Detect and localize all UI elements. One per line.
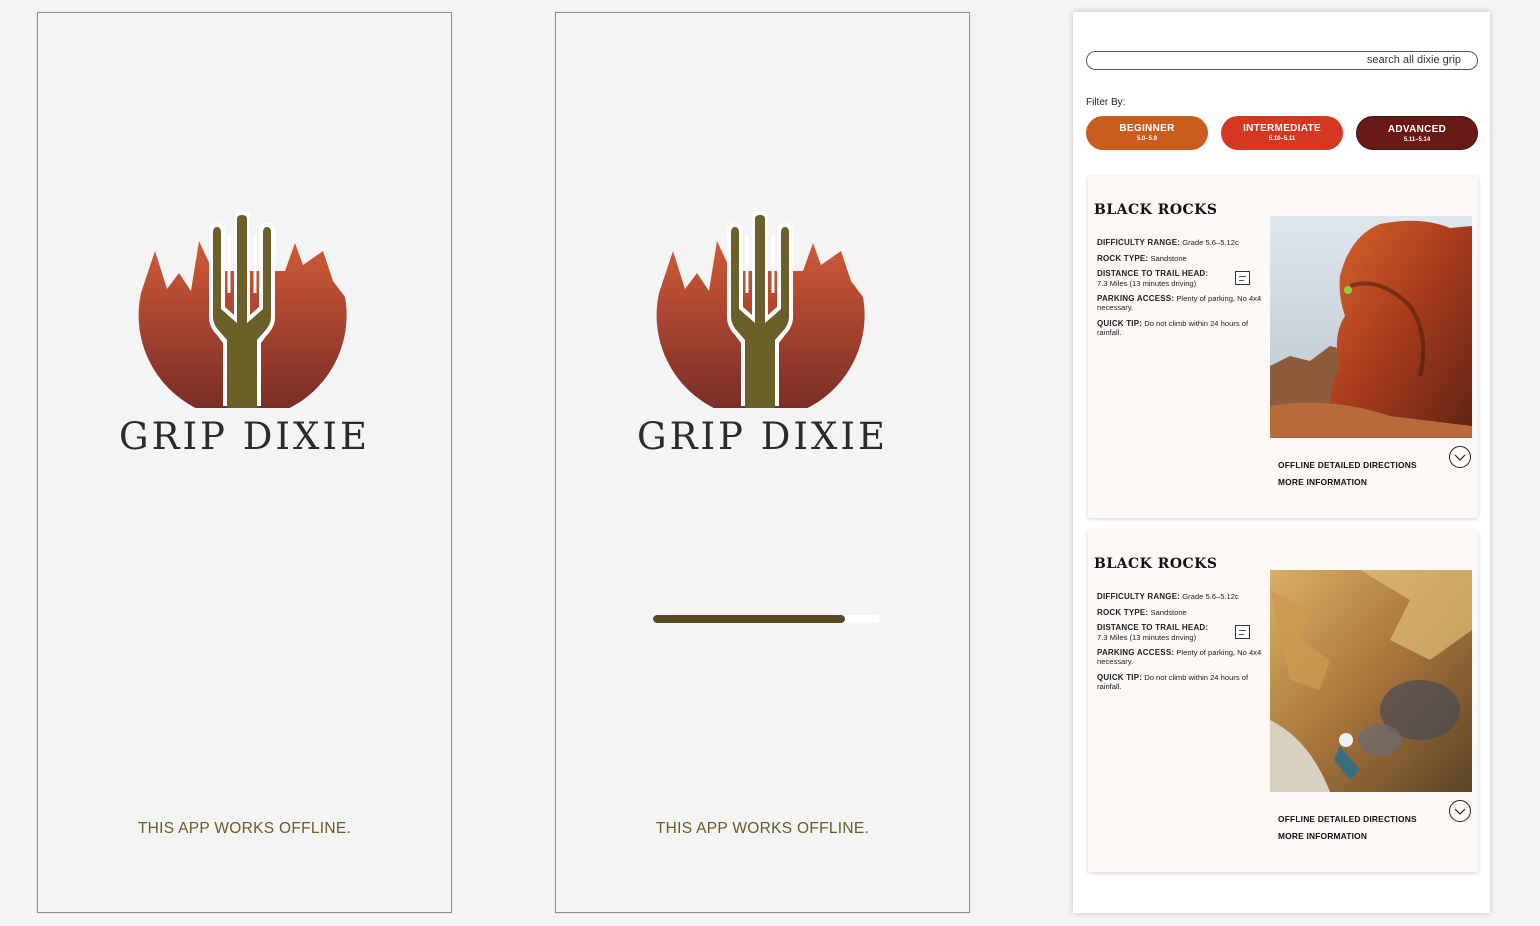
crag-title: BLACK ROCKS <box>1094 202 1218 218</box>
crag-title: BLACK ROCKS <box>1094 556 1218 572</box>
quick-tip-label: QUICK TIP: <box>1097 672 1143 682</box>
browse-screen: search all dixie grip Filter By: BEGINNE… <box>1073 12 1490 913</box>
offline-directions-link[interactable]: OFFLINE DETAILED DIRECTIONS <box>1278 814 1417 824</box>
difficulty-label: DIFFICULTY RANGE: <box>1097 592 1181 601</box>
brand-wordmark: GRIP DIXIE <box>637 415 888 458</box>
parking-label: PARKING ACCESS: <box>1097 647 1175 657</box>
rock-type-value: Sandstone <box>1150 607 1187 617</box>
difficulty-label: DIFFICULTY RANGE: <box>1097 238 1181 247</box>
offline-notice: THIS APP WORKS OFFLINE. <box>655 820 870 837</box>
grip-dixie-logo-icon <box>651 211 869 408</box>
distance-value: 7.3 Miles (13 minutes driving) <box>1097 632 1197 642</box>
filter-label: Filter By: <box>1086 97 1126 108</box>
loading-progress-bar <box>653 615 880 623</box>
search-input[interactable]: search all dixie grip <box>1086 51 1478 70</box>
rock-type-label: ROCK TYPE: <box>1097 253 1149 263</box>
search-placeholder: search all dixie grip <box>1366 54 1461 66</box>
difficulty-value: Grade 5.6–5.12c <box>1182 592 1239 601</box>
filter-beginner-button[interactable]: BEGINNER 5.0–5.9 <box>1086 116 1208 150</box>
progress-fill <box>653 615 845 623</box>
rock-type-label: ROCK TYPE: <box>1097 607 1149 617</box>
filter-range: 5.10–5.11 <box>1268 136 1296 142</box>
difficulty-value: Grade 5.6–5.12c <box>1182 238 1239 247</box>
offline-notice: THIS APP WORKS OFFLINE. <box>137 820 352 837</box>
parking-label: PARKING ACCESS: <box>1097 293 1175 303</box>
crag-card[interactable]: BLACK ROCKS DIFFICULTY RANGE: Grade 5.6–… <box>1088 530 1478 872</box>
filter-name: INTERMEDIATE <box>1243 123 1321 134</box>
chevron-down-icon[interactable] <box>1449 446 1471 468</box>
map-icon[interactable] <box>1235 271 1250 286</box>
more-information-link[interactable]: MORE INFORMATION <box>1278 477 1367 487</box>
filter-name: ADVANCED <box>1387 124 1447 135</box>
filter-advanced-button[interactable]: ADVANCED 5.11–5.14 <box>1356 116 1478 150</box>
more-information-link[interactable]: MORE INFORMATION <box>1278 831 1367 841</box>
filter-name: BEGINNER <box>1119 123 1175 134</box>
filter-intermediate-button[interactable]: INTERMEDIATE 5.10–5.11 <box>1221 116 1343 150</box>
filter-range: 5.0–5.9 <box>1136 136 1158 142</box>
filter-range: 5.11–5.14 <box>1403 137 1431 143</box>
crag-info: DIFFICULTY RANGE: Grade 5.6–5.12c ROCK T… <box>1097 592 1262 697</box>
brand-wordmark: GRIP DIXIE <box>119 415 370 458</box>
rock-type-value: Sandstone <box>1150 253 1187 263</box>
quick-tip-label: QUICK TIP: <box>1097 318 1143 328</box>
splash-screen: GRIP DIXIE THIS APP WORKS OFFLINE. <box>37 12 452 913</box>
offline-directions-link[interactable]: OFFLINE DETAILED DIRECTIONS <box>1278 460 1417 470</box>
crag-photo <box>1270 570 1472 792</box>
loading-screen: GRIP DIXIE THIS APP WORKS OFFLINE. <box>555 12 970 913</box>
distance-label: DISTANCE TO TRAIL HEAD: <box>1097 623 1209 633</box>
map-icon[interactable] <box>1235 625 1250 640</box>
chevron-down-icon[interactable] <box>1449 800 1471 822</box>
distance-label: DISTANCE TO TRAIL HEAD: <box>1097 269 1209 279</box>
crag-card[interactable]: BLACK ROCKS DIFFICULTY RANGE: Grade 5.6–… <box>1088 176 1478 518</box>
distance-value: 7.3 Miles (13 minutes driving) <box>1097 278 1197 288</box>
crag-photo <box>1270 216 1472 438</box>
grip-dixie-logo-icon <box>133 211 351 408</box>
crag-info: DIFFICULTY RANGE: Grade 5.6–5.12c ROCK T… <box>1097 238 1262 343</box>
